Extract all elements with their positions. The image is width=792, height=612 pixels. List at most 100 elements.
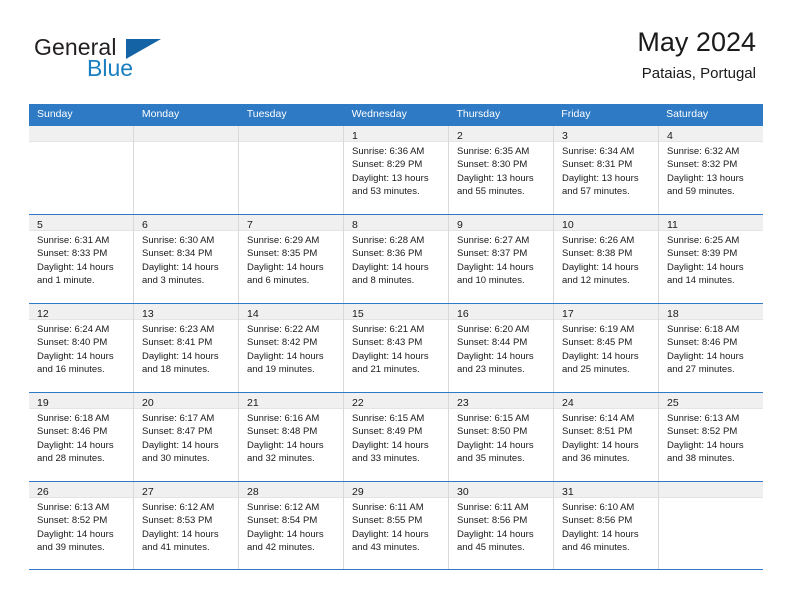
day-cell-header: 18 [659,304,763,320]
daylight-text-line2: and 25 minutes. [562,364,630,376]
daylight-text-line1: Daylight: 14 hours [142,439,219,451]
day-cell[interactable]: 8 Sunrise: 6:28 AM Sunset: 8:36 PM Daylight… [343,215,448,303]
daylight-text-line2: and 53 minutes. [352,186,420,198]
sunset-text: Sunset: 8:50 PM [457,426,528,438]
day-cell-header: 3 [554,126,658,142]
day-cell-header [29,126,133,142]
daylight-text-line2: and 18 minutes. [142,364,210,376]
day-cell[interactable]: 31 Sunrise: 6:10 AM Sunset: 8:56 PM Dayligh… [553,482,658,569]
daylight-text-line2: and 33 minutes. [352,453,420,465]
day-cell[interactable]: 19 Sunrise: 6:18 AM Sunset: 8:46 PM Dayligh… [29,393,133,481]
day-cell[interactable]: 21 Sunrise: 6:16 AM Sunset: 8:48 PM Dayligh… [238,393,343,481]
day-cell-header: 5 [29,215,133,231]
day-cell[interactable]: 18 Sunrise: 6:18 AM Sunset: 8:46 PM Dayligh… [658,304,763,392]
day-cell-body: Sunrise: 6:21 AM Sunset: 8:43 PM Daylight:… [344,320,448,377]
daylight-text-line2: and 19 minutes. [247,364,315,376]
day-cell[interactable]: 24 Sunrise: 6:14 AM Sunset: 8:51 PM Dayligh… [553,393,658,481]
day-cell[interactable]: 13 Sunrise: 6:23 AM Sunset: 8:41 PM Dayligh… [133,304,238,392]
day-cell-header: 4 [659,126,763,142]
day-cell-body: Sunrise: 6:24 AM Sunset: 8:40 PM Daylight:… [29,320,133,377]
day-number: 3 [562,130,568,142]
day-cell-body: Sunrise: 6:15 AM Sunset: 8:50 PM Daylight:… [449,409,553,466]
daylight-text-line2: and 27 minutes. [667,364,735,376]
day-cell-empty [29,126,133,214]
day-cell[interactable]: 26 Sunrise: 6:13 AM Sunset: 8:52 PM Dayligh… [29,482,133,569]
day-cell[interactable]: 3 Sunrise: 6:34 AM Sunset: 8:31 PM Daylight… [553,126,658,214]
day-cell-body: Sunrise: 6:30 AM Sunset: 8:34 PM Daylight:… [134,231,238,288]
daylight-text-line2: and 42 minutes. [247,542,315,554]
day-cell-body: Sunrise: 6:31 AM Sunset: 8:33 PM Daylight:… [29,231,133,288]
day-cell[interactable]: 7 Sunrise: 6:29 AM Sunset: 8:35 PM Daylight… [238,215,343,303]
sunset-text: Sunset: 8:31 PM [562,159,633,171]
day-cell-header: 2 [449,126,553,142]
day-cell[interactable]: 11 Sunrise: 6:25 AM Sunset: 8:39 PM Dayligh… [658,215,763,303]
daylight-text-line1: Daylight: 14 hours [37,439,114,451]
day-cell[interactable]: 9 Sunrise: 6:27 AM Sunset: 8:37 PM Daylight… [448,215,553,303]
day-cell-header: 7 [239,215,343,231]
sunrise-text: Sunrise: 6:12 AM [142,502,215,513]
day-cell[interactable]: 25 Sunrise: 6:13 AM Sunset: 8:52 PM Dayligh… [658,393,763,481]
day-cell-body: Sunrise: 6:11 AM Sunset: 8:55 PM Daylight:… [344,498,448,555]
day-cell-header: 6 [134,215,238,231]
day-number: 31 [562,486,574,498]
sunset-text: Sunset: 8:55 PM [352,515,423,527]
day-cell[interactable]: 12 Sunrise: 6:24 AM Sunset: 8:40 PM Dayligh… [29,304,133,392]
daylight-text-line1: Daylight: 13 hours [562,172,639,184]
day-cell[interactable]: 10 Sunrise: 6:26 AM Sunset: 8:38 PM Dayligh… [553,215,658,303]
day-cell-header: 24 [554,393,658,409]
daylight-text-line2: and 6 minutes. [247,275,310,287]
daylight-text-line1: Daylight: 14 hours [562,439,639,451]
day-cell[interactable]: 14 Sunrise: 6:22 AM Sunset: 8:42 PM Dayligh… [238,304,343,392]
day-cell[interactable]: 16 Sunrise: 6:20 AM Sunset: 8:44 PM Dayligh… [448,304,553,392]
sunrise-text: Sunrise: 6:17 AM [142,413,215,424]
brand-logo[interactable]: General Blue [34,34,184,86]
daylight-text-line2: and 43 minutes. [352,542,420,554]
day-cell-body: Sunrise: 6:15 AM Sunset: 8:49 PM Daylight:… [344,409,448,466]
sunset-text: Sunset: 8:33 PM [37,248,108,260]
day-cell[interactable]: 23 Sunrise: 6:15 AM Sunset: 8:50 PM Dayligh… [448,393,553,481]
day-cell-header: 1 [344,126,448,142]
day-cell[interactable]: 22 Sunrise: 6:15 AM Sunset: 8:49 PM Dayligh… [343,393,448,481]
day-cell-body: Sunrise: 6:22 AM Sunset: 8:42 PM Daylight:… [239,320,343,377]
day-cell[interactable]: 6 Sunrise: 6:30 AM Sunset: 8:34 PM Daylight… [133,215,238,303]
sunset-text: Sunset: 8:56 PM [562,515,633,527]
daylight-text-line2: and 21 minutes. [352,364,420,376]
sunrise-text: Sunrise: 6:12 AM [247,502,320,513]
sunrise-text: Sunrise: 6:13 AM [667,413,740,424]
day-cell[interactable]: 27 Sunrise: 6:12 AM Sunset: 8:53 PM Dayligh… [133,482,238,569]
day-number: 8 [352,219,358,231]
day-cell-body: Sunrise: 6:28 AM Sunset: 8:36 PM Daylight:… [344,231,448,288]
daylight-text-line2: and 30 minutes. [142,453,210,465]
day-cell[interactable]: 29 Sunrise: 6:11 AM Sunset: 8:55 PM Dayligh… [343,482,448,569]
weekday-header-wednesday: Wednesday [351,108,407,120]
day-cell-body: Sunrise: 6:12 AM Sunset: 8:53 PM Daylight:… [134,498,238,555]
day-number: 22 [352,397,364,409]
daylight-text-line1: Daylight: 14 hours [142,528,219,540]
day-cell-header: 15 [344,304,448,320]
day-cell[interactable]: 15 Sunrise: 6:21 AM Sunset: 8:43 PM Dayligh… [343,304,448,392]
sunrise-text: Sunrise: 6:36 AM [352,146,425,157]
sunrise-text: Sunrise: 6:14 AM [562,413,635,424]
day-number: 13 [142,308,154,320]
day-cell-body: Sunrise: 6:23 AM Sunset: 8:41 PM Daylight:… [134,320,238,377]
day-cell[interactable]: 4 Sunrise: 6:32 AM Sunset: 8:32 PM Daylight… [658,126,763,214]
day-cell[interactable]: 30 Sunrise: 6:11 AM Sunset: 8:56 PM Dayligh… [448,482,553,569]
sunrise-text: Sunrise: 6:22 AM [247,324,320,335]
sunset-text: Sunset: 8:42 PM [247,337,318,349]
day-cell-body: Sunrise: 6:29 AM Sunset: 8:35 PM Daylight:… [239,231,343,288]
day-cell[interactable]: 17 Sunrise: 6:19 AM Sunset: 8:45 PM Dayligh… [553,304,658,392]
sunrise-text: Sunrise: 6:15 AM [457,413,530,424]
daylight-text-line1: Daylight: 14 hours [457,261,534,273]
sunset-text: Sunset: 8:29 PM [352,159,423,171]
daylight-text-line2: and 57 minutes. [562,186,630,198]
day-cell[interactable]: 1 Sunrise: 6:36 AM Sunset: 8:29 PM Daylight… [343,126,448,214]
day-cell[interactable]: 2 Sunrise: 6:35 AM Sunset: 8:30 PM Daylight… [448,126,553,214]
day-cell[interactable]: 20 Sunrise: 6:17 AM Sunset: 8:47 PM Dayligh… [133,393,238,481]
day-cell[interactable]: 5 Sunrise: 6:31 AM Sunset: 8:33 PM Daylight… [29,215,133,303]
day-number: 27 [142,486,154,498]
sunrise-text: Sunrise: 6:26 AM [562,235,635,246]
sunset-text: Sunset: 8:41 PM [142,337,213,349]
sunrise-text: Sunrise: 6:23 AM [142,324,215,335]
day-cell[interactable]: 28 Sunrise: 6:12 AM Sunset: 8:54 PM Dayligh… [238,482,343,569]
calendar-week-row: 26 Sunrise: 6:13 AM Sunset: 8:52 PM Dayligh… [29,481,763,570]
